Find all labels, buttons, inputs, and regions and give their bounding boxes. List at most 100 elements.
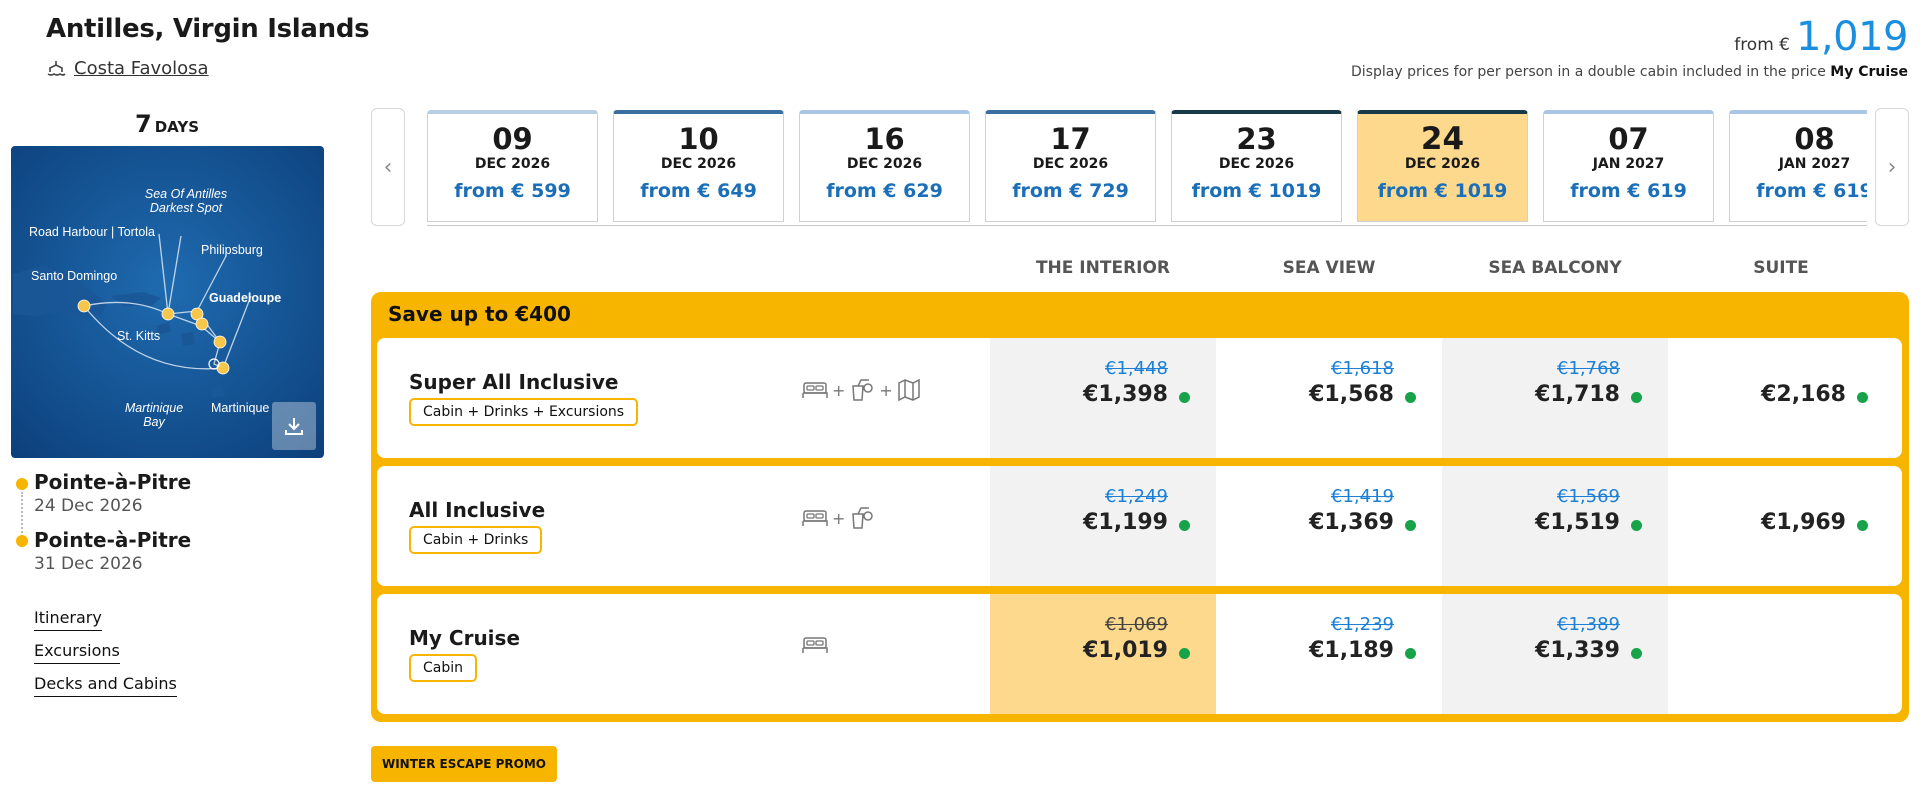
availability-dot [1631, 648, 1642, 659]
date-month: DEC 2026 [846, 156, 923, 172]
ship-icon [47, 60, 66, 76]
port-end-dot [16, 535, 28, 547]
date-price: from € 619 [1756, 180, 1867, 202]
package-badge: Cabin + Drinks + Excursions [409, 398, 639, 426]
date-card[interactable]: 17 DEC 2026 from € 729 [985, 110, 1156, 222]
download-map-button[interactable] [272, 402, 316, 450]
package-badge: Cabin [409, 654, 478, 682]
date-month: DEC 2026 [1032, 156, 1109, 172]
price-new: €1,019 [1083, 638, 1168, 663]
price-new: €1,969 [1761, 510, 1846, 535]
availability-dot [1857, 392, 1868, 403]
port-name: Pointe-à-Pitre [34, 528, 192, 552]
price-cell-sea-view[interactable]: €1,618 €1,568 [1216, 338, 1442, 458]
date-month: DEC 2026 [660, 156, 737, 172]
package-row-super-all-inclusive: Super All Inclusive Cabin + Drinks + Exc… [377, 338, 1902, 458]
port-departure: Pointe-à-Pitre 24 Dec 2026 [34, 470, 191, 516]
availability-dot [1179, 648, 1190, 659]
price-new: €1,369 [1309, 510, 1394, 535]
page-title: Antilles, Virgin Islands [46, 14, 370, 44]
availability-dot [1857, 520, 1868, 531]
promo-price-table: Save up to €400 Super All Inclusive Cabi… [371, 292, 1909, 722]
date-month: DEC 2026 [474, 156, 551, 172]
price-cell-suite[interactable]: €1,969 [1668, 466, 1894, 586]
link-itinerary[interactable]: Itinerary [34, 608, 102, 631]
price-cell-sea-balcony[interactable]: €1,389 €1,339 [1442, 594, 1668, 714]
price-cell-interior[interactable]: €1,249 €1,199 [990, 466, 1216, 586]
package-icons [802, 634, 828, 656]
date-day: 08 [1794, 122, 1835, 156]
price-note-text: Display prices for per person in a doubl… [1351, 64, 1826, 80]
map-label-martinique-bay-2: Bay [143, 415, 165, 429]
map-label-sea: Sea Of Antilles [145, 187, 227, 201]
col-header-interior: THE INTERIOR [1035, 258, 1171, 278]
price-cell-sea-balcony[interactable]: €1,569 €1,519 [1442, 466, 1668, 586]
availability-dot [1631, 520, 1642, 531]
date-day: 10 [678, 122, 719, 156]
date-day: 24 [1420, 121, 1465, 157]
price-cell-sea-balcony[interactable]: €1,768 €1,718 [1442, 338, 1668, 458]
days-label: DAYS [154, 118, 199, 136]
price-old: €1,618 [1331, 358, 1394, 379]
side-links: Itinerary Excursions Decks and Cabins [34, 608, 177, 707]
date-price: from € 619 [1570, 180, 1687, 202]
ship-name[interactable]: Costa Favolosa [74, 58, 209, 79]
map-label-santo-domingo: Santo Domingo [31, 269, 117, 283]
price-old: €1,249 [1105, 486, 1168, 507]
chevron-right-icon: › [1887, 154, 1897, 180]
package-name: All Inclusive [409, 498, 546, 522]
price-cell-interior[interactable]: €1,448 €1,398 [990, 338, 1216, 458]
price-cell-sea-view[interactable]: €1,419 €1,369 [1216, 466, 1442, 586]
price-cell-interior-selected[interactable]: €1,069 €1,019 [990, 594, 1216, 714]
price-new: €1,568 [1309, 382, 1394, 407]
carousel-prev-button[interactable]: ‹ [371, 108, 405, 226]
bed-icon [802, 637, 828, 653]
date-price: from € 1019 [1191, 180, 1322, 202]
plus-sign: + [832, 508, 846, 528]
col-header-suite: SUITE [1753, 258, 1809, 278]
price-old: €1,419 [1331, 486, 1394, 507]
date-card-selected[interactable]: 24 DEC 2026 from € 1019 [1357, 110, 1528, 222]
availability-dot [1179, 392, 1190, 403]
availability-dot [1405, 520, 1416, 531]
price-old: €1,768 [1557, 358, 1620, 379]
price-from: from € 1,019 [1734, 14, 1908, 60]
date-month: DEC 2026 [1218, 156, 1295, 172]
date-day: 23 [1236, 122, 1277, 156]
price-cell-suite[interactable]: €2,168 [1668, 338, 1894, 458]
price-old: €1,389 [1557, 614, 1620, 635]
availability-dot [1405, 648, 1416, 659]
package-row-all-inclusive: All Inclusive Cabin + Drinks + €1,249 €1… [377, 466, 1902, 586]
date-card[interactable]: 09 DEC 2026 from € 599 [427, 110, 598, 222]
chevron-left-icon: ‹ [383, 154, 393, 180]
winter-escape-promo-button[interactable]: WINTER ESCAPE PROMO [371, 746, 557, 782]
price-cell-sea-view[interactable]: €1,239 €1,189 [1216, 594, 1442, 714]
date-day: 17 [1050, 122, 1091, 156]
date-card[interactable]: 16 DEC 2026 from € 629 [799, 110, 970, 222]
date-card[interactable]: 08 JAN 2027 from € 619 [1729, 110, 1867, 222]
date-price: from € 649 [640, 180, 757, 202]
map-label-martinique: Martinique [211, 401, 269, 415]
port-start-dot [16, 478, 28, 490]
map-label-spot: Darkest Spot [150, 201, 223, 215]
price-new: €1,189 [1309, 638, 1394, 663]
link-decks-cabins[interactable]: Decks and Cabins [34, 674, 177, 697]
date-card[interactable]: 23 DEC 2026 from € 1019 [1171, 110, 1342, 222]
date-card[interactable]: 10 DEC 2026 from € 649 [613, 110, 784, 222]
date-list: 09 DEC 2026 from € 599 10 DEC 2026 from … [427, 108, 1867, 226]
price-old: €1,069 [1105, 614, 1168, 635]
date-carousel: ‹ 09 DEC 2026 from € 599 10 DEC 2026 fro… [371, 108, 1909, 226]
availability-dot [1405, 392, 1416, 403]
package-name: My Cruise [409, 626, 521, 650]
map-label-philipsburg: Philipsburg [201, 243, 263, 257]
price-old: €1,569 [1557, 486, 1620, 507]
date-price: from € 1019 [1377, 180, 1508, 202]
link-excursions[interactable]: Excursions [34, 641, 120, 664]
date-day: 16 [864, 122, 905, 156]
carousel-next-button[interactable]: › [1875, 108, 1909, 226]
date-card[interactable]: 07 JAN 2027 from € 619 [1543, 110, 1714, 222]
ship-link[interactable]: Costa Favolosa [46, 58, 209, 79]
bed-icon [802, 510, 828, 526]
map-label-martinique-bay-1: Martinique [125, 401, 183, 415]
days-number: 7 [135, 110, 152, 138]
